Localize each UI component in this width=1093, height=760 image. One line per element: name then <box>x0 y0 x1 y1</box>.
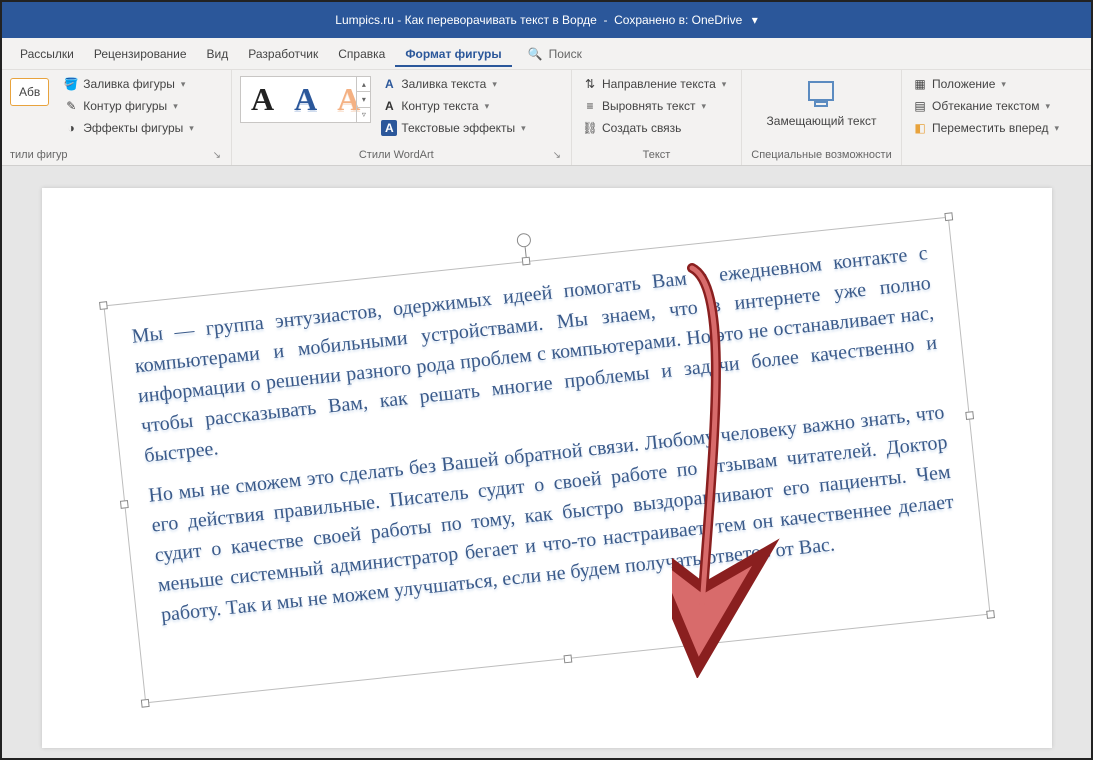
chevron-down-icon: ▾ <box>701 101 706 112</box>
chevron-down-icon: ▾ <box>521 123 526 134</box>
alt-text-button[interactable]: Замещающий текст <box>757 74 887 132</box>
rotation-handle[interactable] <box>516 233 531 248</box>
pen-outline-icon: ✎ <box>63 98 79 114</box>
group-wordart-styles: A A A ▴▾▿ A Заливка текста▾ A Контур тек… <box>232 70 572 165</box>
tab-review[interactable]: Рецензирование <box>84 41 197 67</box>
group-label-accessibility: Специальные возможности <box>750 147 893 163</box>
chevron-down-icon: ▾ <box>722 79 727 90</box>
text-effects-button[interactable]: A Текстовые эффекты▾ <box>379 118 527 138</box>
bring-forward-icon: ◧ <box>912 120 928 136</box>
tab-shape-format[interactable]: Формат фигуры <box>395 41 511 67</box>
group-label-text: Текст <box>580 147 733 163</box>
wrap-text-button[interactable]: ▤ Обтекание текстом▾ <box>910 96 1061 116</box>
ribbon-tabs: Рассылки Рецензирование Вид Разработчик … <box>2 38 1091 70</box>
link-icon: ⛓ <box>582 120 598 136</box>
document-area: Мы — группа энтузиастов, одержимых идеей… <box>2 166 1091 758</box>
text-direction-button[interactable]: ⇅ Направление текста▾ <box>580 74 728 94</box>
chevron-down-icon: ▾ <box>1045 101 1050 112</box>
effects-icon: ◑ <box>63 120 79 136</box>
group-text: ⇅ Направление текста▾ ≡ Выровнять текст▾… <box>572 70 742 165</box>
resize-handle-rm[interactable] <box>965 411 974 420</box>
shape-fill-button[interactable]: 🪣 Заливка фигуры▾ <box>61 74 196 94</box>
ribbon: Абв 🪣 Заливка фигуры▾ ✎ Контур фигуры▾ ◑… <box>2 70 1091 166</box>
dialog-launcher-icon[interactable]: ↘ <box>553 150 563 161</box>
tab-mailings[interactable]: Рассылки <box>10 41 84 67</box>
bring-forward-button[interactable]: ◧ Переместить вперед▾ <box>910 118 1061 138</box>
align-text-icon: ≡ <box>582 98 598 114</box>
chevron-down-icon: ▾ <box>1001 79 1006 90</box>
page[interactable]: Мы — группа энтузиастов, одержимых идеей… <box>42 188 1052 748</box>
search-icon: 🔍 <box>528 47 543 61</box>
text-fill-icon: A <box>381 76 397 92</box>
resize-handle-tr[interactable] <box>944 212 953 221</box>
chevron-down-icon: ▾ <box>181 79 186 90</box>
tab-help[interactable]: Справка <box>328 41 395 67</box>
group-shape-styles: Абв 🪣 Заливка фигуры▾ ✎ Контур фигуры▾ ◑… <box>2 70 232 165</box>
resize-handle-bm[interactable] <box>563 655 572 664</box>
text-direction-icon: ⇅ <box>582 76 598 92</box>
chevron-down-icon: ▾ <box>492 79 497 90</box>
tab-developer[interactable]: Разработчик <box>238 41 328 67</box>
rotation-stem <box>524 247 526 257</box>
tab-view[interactable]: Вид <box>197 41 239 67</box>
chevron-down-icon: ▾ <box>1054 123 1059 134</box>
alt-text-icon <box>805 78 837 110</box>
text-box-shape[interactable]: Мы — группа энтузиастов, одержимых идеей… <box>103 217 990 704</box>
chevron-down-icon: ▾ <box>189 123 194 134</box>
group-label-arrange <box>910 159 1083 163</box>
paint-bucket-icon: 🪣 <box>63 76 79 92</box>
shape-outline-button[interactable]: ✎ Контур фигуры▾ <box>61 96 196 116</box>
wordart-style-1[interactable]: A <box>251 81 274 118</box>
wordart-gallery[interactable]: A A A ▴▾▿ <box>240 76 371 123</box>
shape-style-sample[interactable]: Абв <box>10 78 49 106</box>
position-icon: ▦ <box>912 76 928 92</box>
resize-handle-lm[interactable] <box>119 500 128 509</box>
wrap-text-icon: ▤ <box>912 98 928 114</box>
document-title: Lumpics.ru - Как переворачивать текст в … <box>335 13 757 27</box>
gallery-scroll[interactable]: ▴▾▿ <box>356 77 370 122</box>
text-effects-icon: A <box>381 120 397 136</box>
group-label-shape-styles: тили фигур <box>10 147 68 163</box>
resize-handle-bl[interactable] <box>140 699 149 708</box>
resize-handle-tl[interactable] <box>99 301 108 310</box>
text-fill-button[interactable]: A Заливка текста▾ <box>379 74 527 94</box>
text-box-content[interactable]: Мы — группа энтузиастов, одержимых идеей… <box>130 238 958 630</box>
position-button[interactable]: ▦ Положение▾ <box>910 74 1061 94</box>
text-outline-icon: A <box>381 98 397 114</box>
resize-handle-br[interactable] <box>986 610 995 619</box>
chevron-down-icon: ▾ <box>173 101 178 112</box>
align-text-button[interactable]: ≡ Выровнять текст▾ <box>580 96 728 116</box>
group-accessibility: Замещающий текст Специальные возможности <box>742 70 902 165</box>
chevron-down-icon: ▾ <box>485 101 490 112</box>
resize-handle-tm[interactable] <box>521 257 530 266</box>
group-arrange: ▦ Положение▾ ▤ Обтекание текстом▾ ◧ Пере… <box>902 70 1091 165</box>
group-label-wordart: Стили WordArt <box>240 147 553 163</box>
title-bar: Lumpics.ru - Как переворачивать текст в … <box>2 2 1091 38</box>
tell-me-search[interactable]: 🔍 Поиск <box>528 47 582 61</box>
wordart-style-2[interactable]: A <box>294 81 317 118</box>
dialog-launcher-icon[interactable]: ↘ <box>213 150 223 161</box>
create-link-button[interactable]: ⛓ Создать связь <box>580 118 728 138</box>
text-outline-button[interactable]: A Контур текста▾ <box>379 96 527 116</box>
shape-effects-button[interactable]: ◑ Эффекты фигуры▾ <box>61 118 196 138</box>
chevron-down-icon[interactable]: ▾ <box>752 13 758 27</box>
